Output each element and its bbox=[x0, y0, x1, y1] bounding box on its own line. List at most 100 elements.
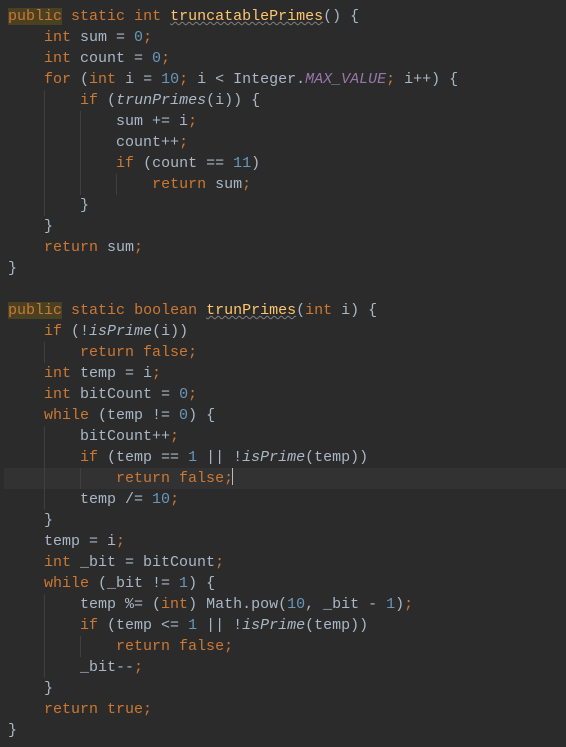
code-line[interactable] bbox=[4, 279, 566, 300]
code-line[interactable]: temp /= 10; bbox=[4, 489, 566, 510]
code-token: (temp)) bbox=[305, 617, 368, 634]
code-line[interactable]: int bitCount = 0; bbox=[4, 384, 566, 405]
code-line[interactable]: } bbox=[4, 195, 566, 216]
code-token: _bit-- bbox=[80, 659, 134, 676]
code-line[interactable]: } bbox=[4, 258, 566, 279]
code-token: boolean bbox=[134, 302, 197, 319]
code-token: ; bbox=[188, 344, 197, 361]
code-token: 10 bbox=[161, 71, 179, 88]
code-token: ; bbox=[170, 491, 179, 508]
code-line[interactable]: } bbox=[4, 216, 566, 237]
code-token: if bbox=[80, 92, 98, 109]
code-token: if bbox=[80, 617, 98, 634]
code-token: ; bbox=[134, 239, 143, 256]
code-line[interactable]: public static boolean trunPrimes(int i) … bbox=[4, 300, 566, 321]
code-line[interactable]: bitCount++; bbox=[4, 426, 566, 447]
code-line[interactable]: } bbox=[4, 510, 566, 531]
code-token: public bbox=[8, 8, 62, 25]
code-line[interactable]: } bbox=[4, 678, 566, 699]
code-token bbox=[161, 8, 170, 25]
code-token: ) { bbox=[188, 407, 215, 424]
code-token: if bbox=[44, 323, 62, 340]
code-token: while bbox=[44, 575, 89, 592]
code-token: , bbox=[305, 596, 314, 613]
code-token: ) { bbox=[188, 575, 215, 592]
code-line[interactable]: count++; bbox=[4, 132, 566, 153]
code-line[interactable]: int count = 0; bbox=[4, 48, 566, 69]
code-token: int bbox=[44, 554, 71, 571]
code-line[interactable]: temp = i; bbox=[4, 531, 566, 552]
code-token: isPrime bbox=[242, 449, 305, 466]
code-token: () { bbox=[323, 8, 359, 25]
code-token: trunPrimes bbox=[116, 92, 206, 109]
code-token: ; bbox=[143, 701, 152, 718]
code-line[interactable]: for (int i = 10; i < Integer.MAX_VALUE; … bbox=[4, 69, 566, 90]
code-line[interactable]: int temp = i; bbox=[4, 363, 566, 384]
code-line[interactable]: return false; bbox=[4, 342, 566, 363]
code-token: 0 bbox=[179, 386, 188, 403]
code-token: (temp == bbox=[98, 449, 188, 466]
code-line[interactable]: if (trunPrimes(i)) { bbox=[4, 90, 566, 111]
code-token: sum = bbox=[71, 29, 134, 46]
code-token: return bbox=[152, 176, 206, 193]
code-token: (i)) bbox=[152, 323, 188, 340]
code-editor[interactable]: public static int truncatablePrimes() { … bbox=[0, 0, 566, 741]
code-token: ; bbox=[224, 638, 233, 655]
code-token: ; bbox=[143, 29, 152, 46]
code-token: ; bbox=[404, 596, 413, 613]
code-line[interactable]: return false; bbox=[4, 468, 566, 489]
code-line[interactable]: sum += i; bbox=[4, 111, 566, 132]
code-line[interactable]: temp %= (int) Math.pow(10, _bit - 1); bbox=[4, 594, 566, 615]
code-token: (count == bbox=[134, 155, 233, 172]
code-token: sum += i bbox=[116, 113, 188, 130]
code-token: _bit = bitCount bbox=[71, 554, 215, 571]
code-token: ; bbox=[188, 386, 197, 403]
code-token: temp = i bbox=[71, 365, 152, 382]
code-token: if bbox=[116, 155, 134, 172]
code-line[interactable]: return sum; bbox=[4, 237, 566, 258]
code-token: || ! bbox=[197, 449, 242, 466]
code-token: sum bbox=[98, 239, 134, 256]
code-line[interactable]: if (count == 11) bbox=[4, 153, 566, 174]
code-token: temp /= bbox=[80, 491, 152, 508]
code-token: 1 bbox=[188, 617, 197, 634]
code-token: 1 bbox=[188, 449, 197, 466]
code-token: return false bbox=[116, 470, 224, 487]
code-line[interactable]: return true; bbox=[4, 699, 566, 720]
code-token: int bbox=[305, 302, 332, 319]
code-line[interactable]: if (!isPrime(i)) bbox=[4, 321, 566, 342]
code-line[interactable]: int sum = 0; bbox=[4, 27, 566, 48]
code-token bbox=[62, 302, 71, 319]
code-line[interactable]: if (temp == 1 || !isPrime(temp)) bbox=[4, 447, 566, 468]
code-token: int bbox=[44, 29, 71, 46]
code-token: } bbox=[80, 197, 89, 214]
code-token: isPrime bbox=[242, 617, 305, 634]
code-token: ; bbox=[161, 50, 170, 67]
code-token bbox=[62, 8, 71, 25]
code-token: temp %= ( bbox=[80, 596, 161, 613]
code-line[interactable]: } bbox=[4, 720, 566, 741]
code-token: } bbox=[44, 218, 53, 235]
code-line[interactable]: if (temp <= 1 || !isPrime(temp)) bbox=[4, 615, 566, 636]
code-token: ( bbox=[98, 92, 116, 109]
code-line[interactable]: public static int truncatablePrimes() { bbox=[4, 6, 566, 27]
code-token: truncatablePrimes bbox=[170, 8, 323, 25]
code-token: int bbox=[44, 50, 71, 67]
code-token: i < Integer. bbox=[188, 71, 305, 88]
code-line[interactable]: while (_bit != 1) { bbox=[4, 573, 566, 594]
code-token: ; bbox=[134, 659, 143, 676]
code-token: ; bbox=[170, 428, 179, 445]
code-line[interactable]: return false; bbox=[4, 636, 566, 657]
code-line[interactable]: while (temp != 0) { bbox=[4, 405, 566, 426]
code-token: MAX_VALUE bbox=[305, 71, 386, 88]
code-line[interactable]: _bit--; bbox=[4, 657, 566, 678]
code-line[interactable]: return sum; bbox=[4, 174, 566, 195]
code-token: trunPrimes bbox=[206, 302, 296, 319]
code-token: 10 bbox=[152, 491, 170, 508]
code-token: int bbox=[44, 386, 71, 403]
code-token: i = bbox=[116, 71, 161, 88]
code-token: 11 bbox=[233, 155, 251, 172]
code-token: i) { bbox=[332, 302, 377, 319]
code-line[interactable]: int _bit = bitCount; bbox=[4, 552, 566, 573]
code-token: (temp <= bbox=[98, 617, 188, 634]
